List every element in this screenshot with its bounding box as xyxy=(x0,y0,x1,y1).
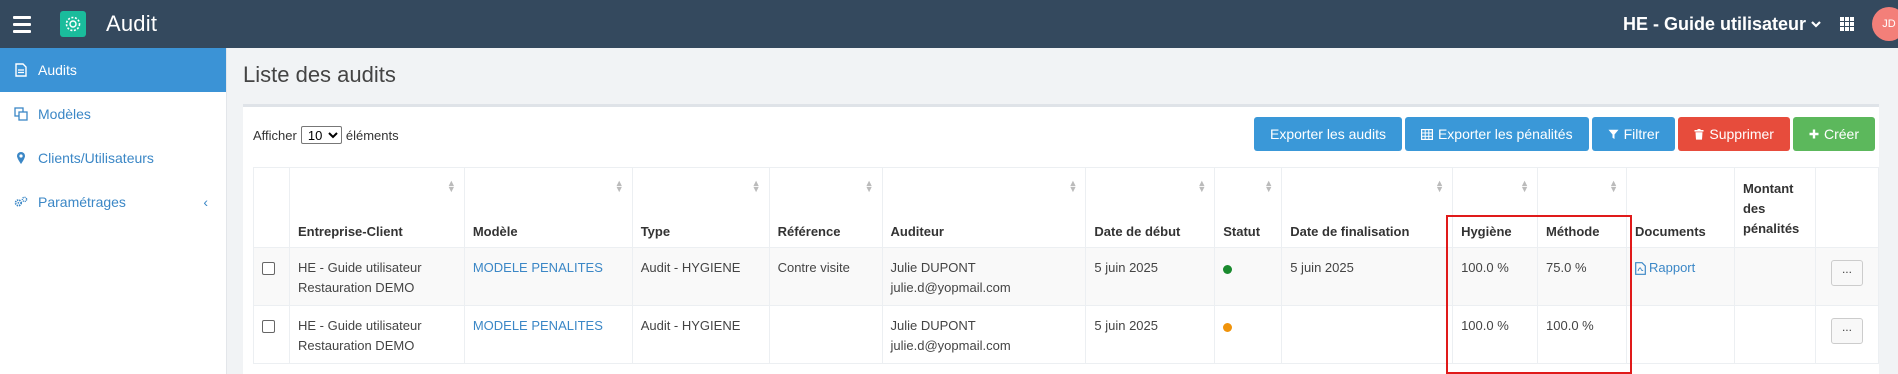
map-marker-icon xyxy=(14,151,28,165)
row-checkbox[interactable] xyxy=(262,262,275,275)
main-content: Liste des audits Afficher 10 éléments Ex… xyxy=(227,48,1898,374)
trash-icon xyxy=(1694,128,1704,140)
page-size-select[interactable]: 10 xyxy=(300,126,342,144)
table-row: HE - Guide utilisateur Restauration DEMO … xyxy=(253,247,1880,306)
menu-toggle-button[interactable] xyxy=(2,0,42,48)
hamburger-icon xyxy=(13,15,31,19)
model-link[interactable]: MODELE PENALITES xyxy=(473,260,603,275)
row-actions-button[interactable]: ... xyxy=(1830,260,1863,286)
table-row: HE - Guide utilisateur Restauration DEMO … xyxy=(253,305,1880,364)
column-header: Montant des pénalités xyxy=(1733,167,1816,248)
sort-icon: ▲ ▼ xyxy=(1520,178,1530,194)
column-header[interactable]: ▲ ▼ Statut xyxy=(1214,167,1283,248)
export-penalties-button[interactable]: Exporter les pénalités xyxy=(1404,117,1589,151)
table-header-row: ▲ ▼ Entreprise-Client ▲ ▼ Modèle ▲ ▼ Type ▲ ▼ Ré… xyxy=(253,167,1880,248)
row-checkbox[interactable] xyxy=(262,320,275,333)
page-size-prefix: Afficher xyxy=(253,127,297,143)
pdf-file-icon xyxy=(1635,261,1646,275)
sort-icon: ▲ ▼ xyxy=(1435,178,1445,194)
column-header[interactable]: ▲ ▼ Méthode xyxy=(1537,167,1627,248)
toolbar: Exporter les audits Exporter les pénalit… xyxy=(1254,117,1875,151)
sort-icon: ▲ ▼ xyxy=(1197,178,1207,194)
avatar[interactable]: JD xyxy=(1872,7,1898,41)
actions-header xyxy=(1814,167,1880,248)
table-icon xyxy=(1420,128,1433,140)
status-dot xyxy=(1223,323,1233,332)
audits-panel: Afficher 10 éléments Exporter les audits… xyxy=(243,104,1880,374)
document-icon xyxy=(14,63,28,77)
column-header[interactable]: ▲ ▼ Référence xyxy=(768,167,883,248)
filter-button[interactable]: Filtrer xyxy=(1591,117,1676,151)
row-actions-button[interactable]: ... xyxy=(1830,318,1863,344)
organization-name: HE - Guide utilisateur xyxy=(1622,13,1806,34)
chevron-down-icon xyxy=(1811,21,1821,28)
sidebar-item-label: Modèles xyxy=(38,106,91,122)
column-header[interactable]: ▲ ▼ Date de finalisation xyxy=(1281,167,1454,248)
sidebar-item-label: Paramétrages xyxy=(38,194,126,210)
column-header[interactable]: ▲ ▼ Modèle xyxy=(463,167,633,248)
sidebar-item-label: Audits xyxy=(38,62,77,78)
column-header[interactable]: ▲ ▼ Entreprise-Client xyxy=(288,167,465,248)
model-link[interactable]: MODELE PENALITES xyxy=(473,318,603,333)
sidebar: Audits Modèles Clients/Utilisateurs Para… xyxy=(0,48,227,374)
plus-icon xyxy=(1809,129,1819,139)
report-link[interactable]: Rapport xyxy=(1635,258,1726,278)
delete-button[interactable]: Supprimer xyxy=(1678,117,1790,151)
sort-icon: ▲ ▼ xyxy=(446,178,456,194)
column-header[interactable]: ▲ ▼ Type xyxy=(631,167,770,248)
filter-icon xyxy=(1608,129,1619,139)
top-bar: Audit HE - Guide utilisateur JD xyxy=(0,0,1898,48)
sort-icon: ▲ ▼ xyxy=(751,178,761,194)
column-header[interactable]: ▲ ▼ Hygiène xyxy=(1452,167,1539,248)
chevron-left-icon: ‹ xyxy=(203,194,208,210)
sort-icon: ▲ ▼ xyxy=(1068,178,1078,194)
create-button[interactable]: Créer xyxy=(1792,117,1875,151)
select-all-header xyxy=(253,167,290,248)
sidebar-item-label: Clients/Utilisateurs xyxy=(38,150,154,166)
sort-icon: ▲ ▼ xyxy=(1609,178,1618,194)
column-header: Documents xyxy=(1625,167,1735,248)
sidebar-item-audits[interactable]: Audits xyxy=(0,48,226,92)
column-header[interactable]: ▲ ▼ Auditeur xyxy=(881,167,1087,248)
export-audits-button[interactable]: Exporter les audits xyxy=(1254,117,1402,151)
app-logo-icon xyxy=(60,11,86,37)
page-size-control: Afficher 10 éléments xyxy=(253,126,399,144)
gears-icon xyxy=(14,195,28,209)
sidebar-item-models[interactable]: Modèles xyxy=(0,92,226,136)
audits-table: ▲ ▼ Entreprise-Client ▲ ▼ Modèle ▲ ▼ Type ▲ ▼ Ré… xyxy=(253,167,1880,364)
status-dot xyxy=(1223,265,1233,274)
copy-icon xyxy=(14,107,28,121)
page-size-suffix: éléments xyxy=(345,127,399,143)
app-title: Audit xyxy=(106,11,158,36)
sort-icon: ▲ ▼ xyxy=(864,178,874,194)
page-title: Liste des audits xyxy=(243,62,396,87)
sort-icon: ▲ ▼ xyxy=(614,178,624,194)
sidebar-item-clients[interactable]: Clients/Utilisateurs xyxy=(0,136,226,180)
sort-icon: ▲ ▼ xyxy=(1264,178,1274,194)
apps-grid-icon[interactable] xyxy=(1840,17,1854,31)
column-header[interactable]: ▲ ▼ Date de début xyxy=(1085,167,1216,248)
sidebar-item-settings[interactable]: Paramétrages ‹ xyxy=(0,180,226,224)
organization-selector[interactable]: HE - Guide utilisateur xyxy=(1623,14,1822,35)
